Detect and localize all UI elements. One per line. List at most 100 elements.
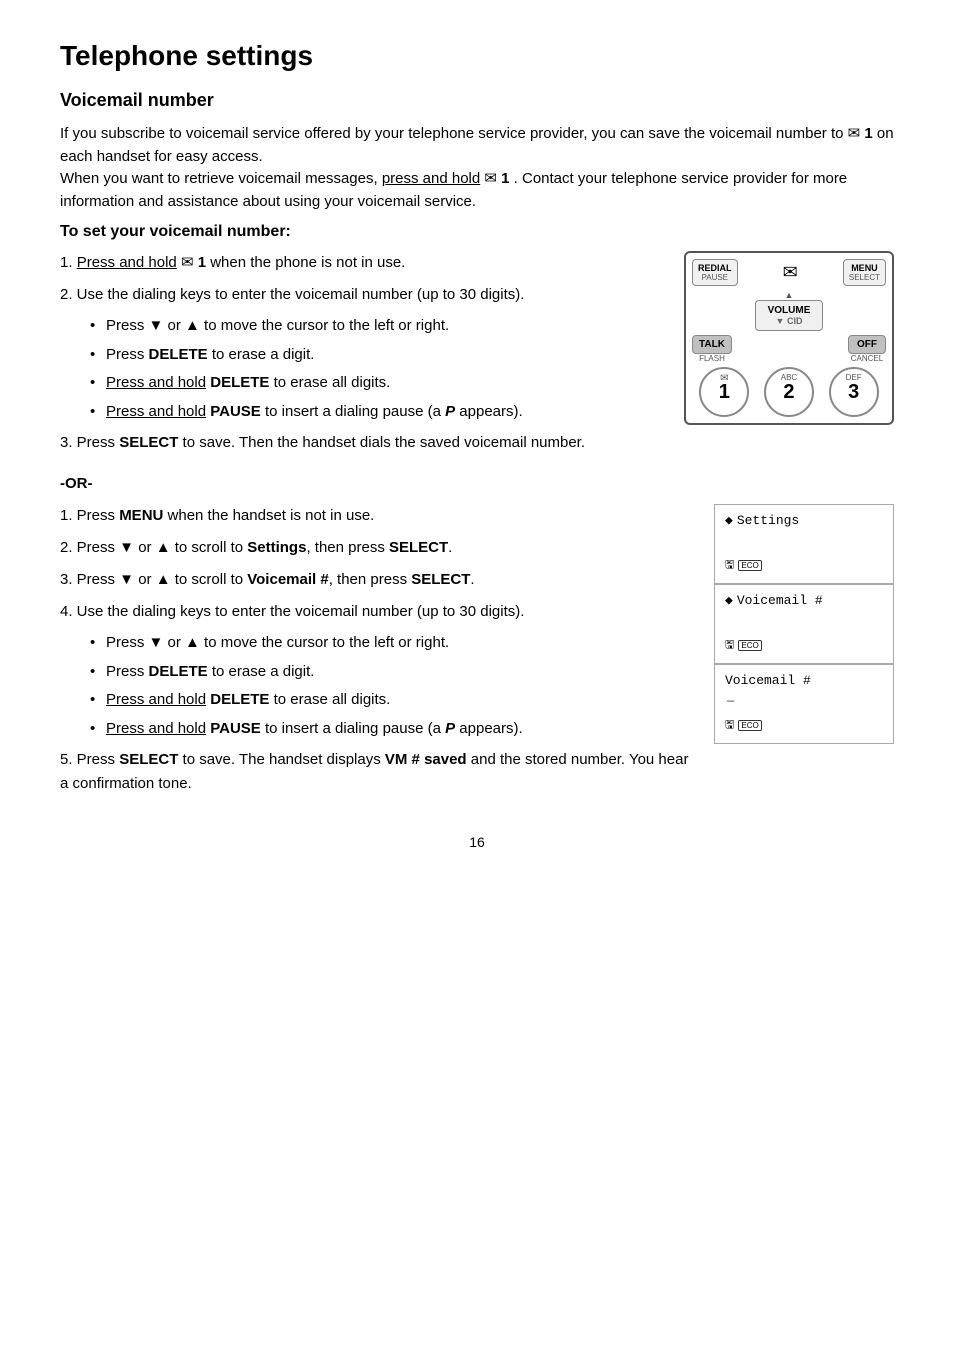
bullet-2-2: Press DELETE to erase a digit.	[90, 344, 664, 367]
top-section: 1. Press and hold ✉ 1 when the phone is …	[60, 251, 894, 463]
or-step-2: 2. Press ▼ or ▲ to scroll to Settings, t…	[60, 536, 694, 560]
envelope-top-icon: ✉	[783, 262, 798, 283]
phone-keypad-diagram: REDIAL PAUSE ✉ MENU SELECT ▲ VOLUME ▼ CI…	[684, 251, 894, 425]
intro-num-2: 1	[501, 170, 509, 187]
bullet-list-4: Press ▼ or ▲ to move the cursor to the l…	[90, 632, 694, 740]
intro-icon-1: ✉	[848, 125, 861, 142]
off-cancel-btn: OFF CANCEL	[848, 335, 886, 363]
key-1-btn: ✉ 1	[699, 367, 749, 417]
talk-flash-btn: TALK FLASH	[692, 335, 732, 363]
cancel-label: CANCEL	[848, 354, 886, 363]
screen-3-cursor: —	[727, 694, 883, 708]
intro-text-1: If you subscribe to voicemail service of…	[60, 125, 843, 142]
screen-3-bottom: 🖫 ECO	[725, 716, 883, 735]
volume-btn: VOLUME ▼ CID	[755, 300, 824, 331]
pause-label: PAUSE	[698, 273, 732, 282]
volume-label: VOLUME	[768, 305, 811, 316]
or-step-1-bold: MENU	[119, 507, 163, 524]
volume-area: ▲ VOLUME ▼ CID	[692, 290, 886, 331]
flash-label: FLASH	[692, 354, 732, 363]
cid-label: ▼ CID	[768, 316, 811, 326]
step-3-num: 3. Press	[60, 434, 119, 451]
steps-text: 1. Press and hold ✉ 1 when the phone is …	[60, 251, 664, 463]
or-divider: -OR-	[60, 475, 894, 492]
screen-2-text: Voicemail #	[737, 593, 823, 608]
or-step-2-bold1: Settings	[247, 539, 306, 556]
set-heading: To set your voicemail number:	[60, 223, 894, 241]
screen-3-top: Voicemail #	[725, 673, 883, 688]
screen-1-eco-badge: ECO	[738, 560, 761, 571]
lcd-screen-2: ◆ Voicemail # 🖫 ECO	[714, 584, 894, 664]
redial-pause-btn: REDIAL PAUSE	[692, 259, 738, 286]
talk-off-row: TALK FLASH OFF CANCEL	[692, 335, 886, 363]
key-2-btn: ABC 2	[764, 367, 814, 417]
or-step-3-bold2: SELECT	[411, 571, 470, 588]
step-1-after: when the phone is not in use.	[210, 254, 405, 271]
step-1-num: 1.	[60, 254, 77, 271]
step-3: 3. Press SELECT to save. Then the handse…	[60, 431, 664, 455]
screen-2-eco-icon: 🖫	[725, 636, 734, 655]
screen-2-eco-badge: ECO	[738, 640, 761, 651]
screen-3-text: Voicemail #	[725, 673, 811, 688]
key-3-num: 3	[848, 381, 859, 404]
section-heading: Voicemail number	[60, 90, 894, 111]
bullet-2-4: Press and hold PAUSE to insert a dialing…	[90, 401, 664, 424]
up-arrow-label: ▲	[785, 290, 794, 300]
menu-select-btn: MENU SELECT	[843, 259, 886, 286]
talk-btn: TALK	[692, 335, 732, 354]
screen-1-text: Settings	[737, 513, 799, 528]
screen-1-arrow: ◆	[725, 513, 733, 528]
screen-2-arrow: ◆	[725, 593, 733, 608]
menu-label: MENU	[849, 263, 880, 273]
select-label: SELECT	[849, 273, 880, 282]
screen-2-top: ◆ Voicemail #	[725, 593, 883, 608]
lcd-screens: ◆ Settings 🖫 ECO ◆ Voicemail # 🖫 ECO Voi…	[714, 504, 894, 744]
or-step-1: 1. Press MENU when the handset is not in…	[60, 504, 694, 528]
page-title: Telephone settings	[60, 40, 894, 72]
intro-icon-2: ✉	[484, 170, 497, 187]
or-step-5-bold1: SELECT	[119, 751, 178, 768]
or-step-5: 5. Press SELECT to save. The handset dis…	[60, 748, 694, 796]
screen-1-top: ◆ Settings	[725, 513, 883, 528]
key-3-sub: DEF	[846, 373, 862, 382]
intro-paragraph: If you subscribe to voicemail service of…	[60, 123, 894, 213]
key-2-sub: ABC	[781, 373, 797, 382]
bullet-4-3: Press and hold DELETE to erase all digit…	[90, 689, 694, 712]
step-1: 1. Press and hold ✉ 1 when the phone is …	[60, 251, 664, 275]
step-3-bold: SELECT	[119, 434, 178, 451]
screen-1-eco-icon: 🖫	[725, 556, 734, 575]
or-section: 1. Press MENU when the handset is not in…	[60, 504, 894, 804]
key-1-sub: ✉	[720, 373, 728, 384]
lcd-screen-1: ◆ Settings 🖫 ECO	[714, 504, 894, 584]
or-step-2-bold2: SELECT	[389, 539, 448, 556]
bullet-list-2: Press ▼ or ▲ to move the cursor to the l…	[90, 315, 664, 423]
or-steps-text: 1. Press MENU when the handset is not in…	[60, 504, 694, 804]
redial-label: REDIAL	[698, 263, 732, 273]
bullet-4-2: Press DELETE to erase a digit.	[90, 661, 694, 684]
intro-hold-text: press and hold	[382, 170, 480, 187]
bullet-2-1: Press ▼ or ▲ to move the cursor to the l…	[90, 315, 664, 338]
or-step-3-bold1: Voicemail #	[247, 571, 328, 588]
intro-text-2: When you want to retrieve voicemail mess…	[60, 170, 378, 187]
step-3-after: to save. Then the handset dials the save…	[183, 434, 585, 451]
step-1-hold: Press and hold	[77, 254, 177, 271]
screen-2-bottom: 🖫 ECO	[725, 636, 883, 655]
off-btn: OFF	[848, 335, 886, 354]
or-step-3: 3. Press ▼ or ▲ to scroll to Voicemail #…	[60, 568, 694, 592]
lcd-screen-3: Voicemail # — 🖫 ECO	[714, 664, 894, 744]
key-3-btn: DEF 3	[829, 367, 879, 417]
bullet-2-3: Press and hold DELETE to erase all digit…	[90, 372, 664, 395]
key-2-num: 2	[783, 381, 794, 404]
step-1-icon: ✉	[181, 254, 198, 271]
screen-1-bottom: 🖫 ECO	[725, 556, 883, 575]
intro-num-1: 1	[864, 125, 877, 142]
bullet-4-1: Press ▼ or ▲ to move the cursor to the l…	[90, 632, 694, 655]
screen-3-eco-badge: ECO	[738, 720, 761, 731]
keypad-top-row: REDIAL PAUSE ✉ MENU SELECT	[692, 259, 886, 286]
or-step-4: 4. Use the dialing keys to enter the voi…	[60, 600, 694, 624]
page-number: 16	[60, 834, 894, 850]
screen-3-eco-icon: 🖫	[725, 716, 734, 735]
step-1-numkey: 1	[198, 254, 206, 271]
bullet-4-4: Press and hold PAUSE to insert a dialing…	[90, 718, 694, 741]
or-step-5-bold2: VM # saved	[385, 751, 467, 768]
